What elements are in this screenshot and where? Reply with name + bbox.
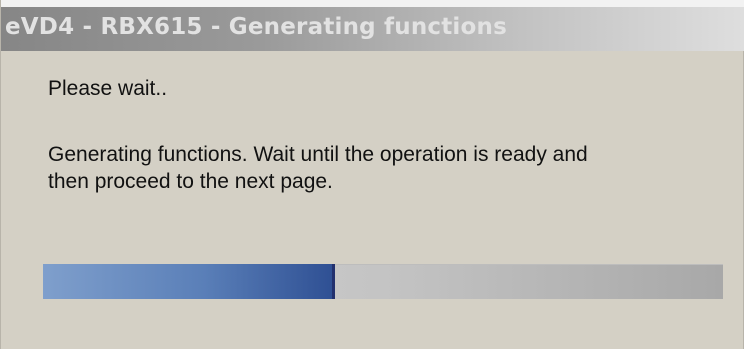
window-title: eVD4 - RBX615 - Generating functions bbox=[5, 14, 507, 40]
status-message-line-1: Generating functions. Wait until the ope… bbox=[48, 143, 588, 166]
progress-bar bbox=[43, 264, 723, 299]
please-wait-label: Please wait.. bbox=[48, 77, 168, 100]
progress-bar-fill bbox=[43, 264, 336, 299]
progress-dialog: eVD4 - RBX615 - Generating functions Ple… bbox=[0, 0, 744, 349]
status-message: Generating functions. Wait until the ope… bbox=[48, 141, 708, 195]
status-message-line-2: then proceed to the next page. bbox=[48, 170, 333, 193]
title-bar[interactable]: eVD4 - RBX615 - Generating functions bbox=[1, 7, 744, 51]
window-top-edge bbox=[1, 0, 744, 7]
